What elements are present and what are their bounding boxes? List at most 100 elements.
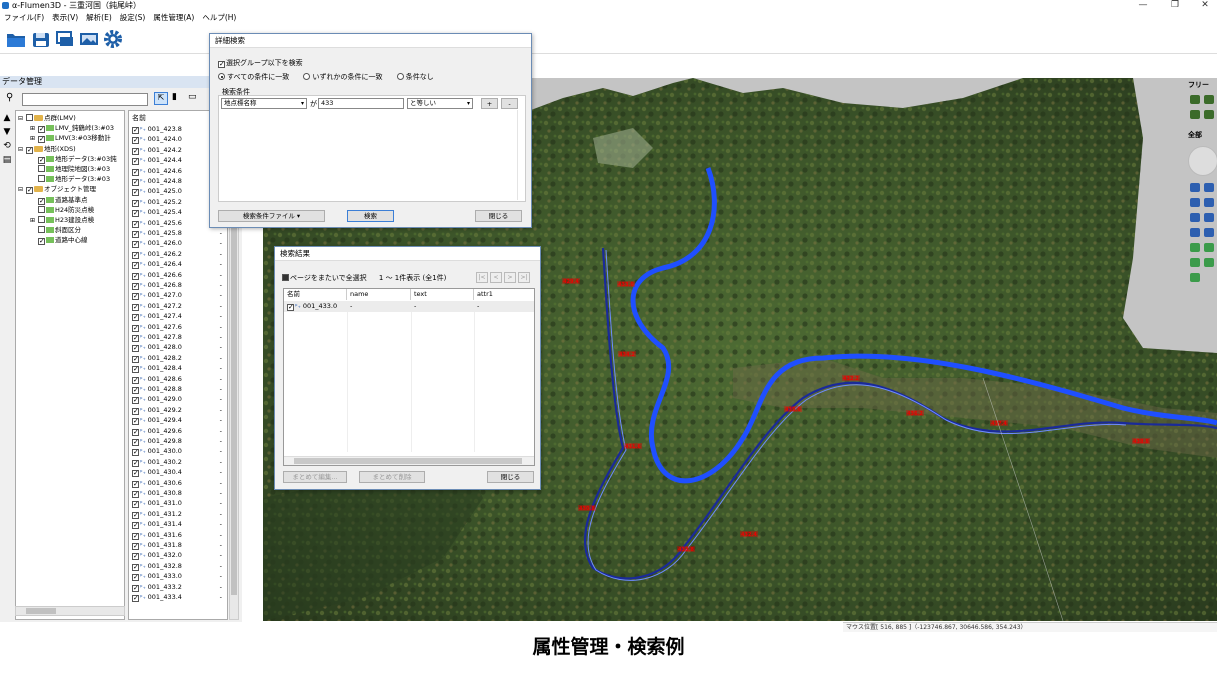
arrow-down-icon[interactable]: ▼	[1, 126, 13, 138]
list-item-checkbox[interactable]: ✓	[132, 532, 139, 540]
list-item-checkbox[interactable]: ✓	[132, 553, 139, 561]
list-item[interactable]: ✓ᵖ₊ 001_425.8 -	[132, 228, 227, 238]
close-results-button[interactable]: 閉じる	[487, 471, 534, 483]
settings-gear-icon[interactable]	[102, 28, 124, 50]
tree-checkbox[interactable]	[38, 175, 45, 183]
menu-file[interactable]: ファイル(F)	[4, 11, 44, 24]
list-item-checkbox[interactable]: ✓	[132, 563, 139, 571]
list-item-checkbox[interactable]: ✓	[132, 241, 139, 249]
tree-item[interactable]: ⊞ ✓ LMV(3:#03移動計	[30, 133, 111, 144]
list-item-checkbox[interactable]: ✓	[132, 397, 139, 405]
list-item[interactable]: ✓ᵖ₊ 001_427.8 -	[132, 332, 227, 342]
search-button[interactable]: 検索	[347, 210, 394, 222]
view-1-button[interactable]	[1190, 95, 1200, 104]
measure-icon[interactable]	[1204, 258, 1214, 267]
tree-checkbox[interactable]	[38, 205, 45, 213]
list-item[interactable]: ✓ᵖ₊ 001_428.8 -	[132, 384, 227, 394]
fullscreen-icon[interactable]	[1190, 273, 1200, 282]
table-row[interactable]: ✓ᵖ₊ 001_433.0 - - -	[284, 301, 534, 312]
menu-analysis[interactable]: 解析(E)	[86, 11, 112, 24]
bookmark-icon[interactable]: ▮	[172, 92, 177, 102]
list-item[interactable]: ✓ᵖ₊ 001_431.6 -	[132, 530, 227, 540]
menu-help[interactable]: ヘルプ(H)	[202, 11, 236, 24]
list-item-checkbox[interactable]: ✓	[132, 439, 139, 446]
page-first-button[interactable]: |<	[476, 272, 488, 283]
list-item-checkbox[interactable]: ✓	[132, 324, 139, 332]
list-item[interactable]: ✓ᵖ₊ 001_426.4 -	[132, 259, 227, 270]
match-all-radio[interactable]	[218, 73, 225, 80]
move-up-icon[interactable]	[1190, 228, 1200, 237]
list-item[interactable]: ✓ᵖ₊ 001_426.2 -	[132, 249, 227, 259]
list-item[interactable]: ✓ᵖ₊ 001_429.2 -	[132, 405, 227, 415]
layers-icon[interactable]	[1190, 258, 1200, 267]
home-view-icon[interactable]	[1190, 243, 1200, 252]
select-all-checkbox[interactable]	[282, 274, 289, 281]
list-item[interactable]: ✓ᵖ₊ 001_427.0 -	[132, 290, 227, 301]
condition-file-button[interactable]: 検索条件ファイル ▾	[218, 210, 325, 222]
minimize-button[interactable]: —	[1128, 0, 1158, 11]
close-search-button[interactable]: 閉じる	[475, 210, 522, 222]
menu-view[interactable]: 表示(V)	[52, 11, 78, 24]
list-item-checkbox[interactable]: ✓	[132, 574, 139, 582]
close-window-button[interactable]: ✕	[1190, 0, 1217, 11]
tree-item[interactable]: ✓ 道路中心線	[30, 235, 88, 246]
select-tool-icon[interactable]: ⇱	[154, 92, 168, 105]
home-b-icon[interactable]	[1204, 243, 1214, 252]
list-item-checkbox[interactable]: ✓	[132, 511, 139, 519]
rotate-left-icon[interactable]	[1190, 198, 1200, 207]
station-tag[interactable]: 431.6	[625, 444, 641, 450]
station-tag[interactable]: 438.8	[1133, 439, 1149, 445]
list-item[interactable]: ✓ᵖ₊ 001_431.8 -	[132, 540, 227, 550]
list-item[interactable]: ✓ᵖ₊ 001_428.0 -	[132, 342, 227, 353]
bulk-edit-button[interactable]: まとめて編集...	[283, 471, 347, 483]
tree-hscrollbar[interactable]	[15, 606, 125, 616]
list-item[interactable]: ✓ᵖ₊ 001_429.0 -	[132, 394, 227, 405]
list-item-checkbox[interactable]: ✓	[132, 480, 139, 488]
list-item[interactable]: ✓ᵖ₊ 001_428.4 -	[132, 363, 227, 374]
list-item-checkbox[interactable]: ✓	[132, 220, 139, 228]
tree-checkbox[interactable]	[38, 226, 45, 234]
tree-item[interactable]: ⊞ H23建設点検	[30, 215, 94, 225]
list-item[interactable]: ✓ᵖ₊ 001_426.6 -	[132, 270, 227, 280]
list-item[interactable]: ✓ᵖ₊ 001_431.0 -	[132, 498, 227, 509]
list-item[interactable]: ✓ᵖ₊ 001_429.8 -	[132, 436, 227, 446]
results-hscroll-thumb[interactable]	[294, 458, 522, 464]
col-header-name-attr[interactable]: name	[347, 289, 411, 300]
tree-expander-icon[interactable]: ⊟	[18, 145, 26, 155]
no-condition-radio[interactable]	[396, 73, 404, 80]
tree-item[interactable]: ⊟ ✓ 地形(XDS)	[18, 144, 76, 154]
arrow-up-icon[interactable]: ▲	[1, 112, 13, 124]
tree-item[interactable]: ⊟ ✓ オブジェクト管理	[18, 184, 96, 195]
tree-checkbox[interactable]: ✓	[38, 156, 45, 164]
list-item[interactable]: ✓ᵖ₊ 001_430.6 -	[132, 478, 227, 488]
tree-checkbox[interactable]: ✓	[38, 197, 45, 205]
list-item[interactable]: ✓ᵖ₊ 001_429.6 -	[132, 426, 227, 436]
station-tag[interactable]: 432.4	[741, 532, 757, 538]
tilt-icon[interactable]	[1190, 213, 1200, 222]
menu-attribute[interactable]: 属性管理(A)	[153, 11, 194, 24]
station-tag[interactable]: 434.2	[619, 352, 635, 358]
tree-item[interactable]: ⊞ ✓ LMV_鈍鶴峠(3:#03	[30, 123, 114, 134]
list-item-checkbox[interactable]: ✓	[132, 231, 139, 238]
tree-item[interactable]: ✓ 地形データ(3:#03鈍	[30, 154, 117, 164]
save-icon[interactable]	[30, 28, 52, 50]
add-condition-button[interactable]: +	[481, 98, 498, 109]
tilt-b-icon[interactable]	[1204, 213, 1214, 222]
view-2b-button[interactable]	[1204, 110, 1214, 119]
tree-item[interactable]: 地理院地図(3:#03	[30, 164, 110, 174]
station-tag[interactable]: 436.2	[907, 411, 923, 417]
list-item[interactable]: ✓ᵖ₊ 001_433.2 -	[132, 582, 227, 592]
image-export-icon[interactable]	[78, 28, 100, 50]
list-item-checkbox[interactable]: ✓	[132, 272, 139, 280]
list-item-checkbox[interactable]: ✓	[132, 501, 139, 509]
station-tag[interactable]: 432.2	[843, 376, 859, 382]
restore-button[interactable]: ❐	[1160, 0, 1190, 11]
list-item-checkbox[interactable]: ✓	[132, 127, 139, 134]
list-item-checkbox[interactable]: ✓	[132, 251, 139, 259]
page-prev-button[interactable]: <	[490, 272, 502, 283]
list-item-checkbox[interactable]: ✓	[132, 147, 139, 155]
match-any-radio[interactable]	[303, 73, 311, 80]
list-item-checkbox[interactable]: ✓	[132, 168, 139, 176]
list-item[interactable]: ✓ᵖ₊ 001_428.6 -	[132, 374, 227, 384]
list-item-checkbox[interactable]: ✓	[132, 449, 139, 457]
